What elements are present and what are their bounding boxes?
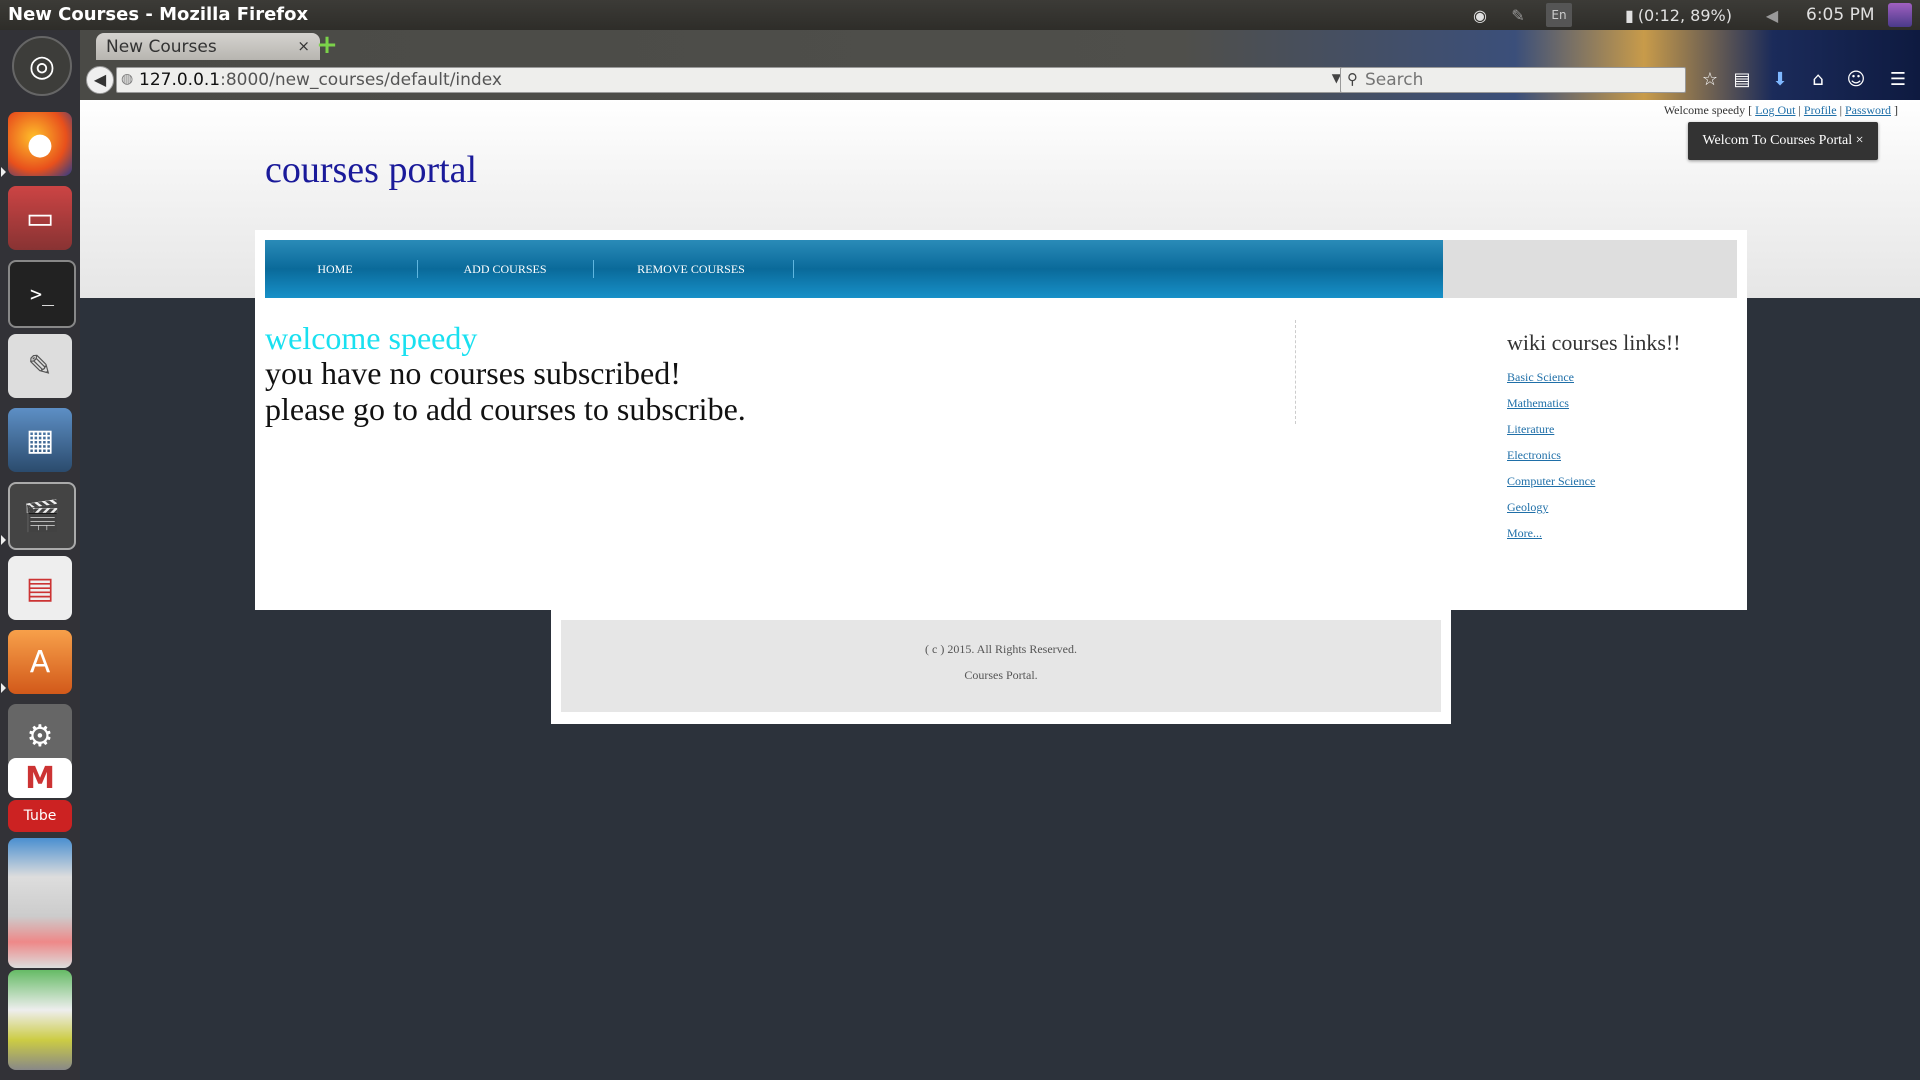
battery-icon: ▮ — [1625, 5, 1634, 25]
files-icon[interactable]: ▭ — [8, 186, 72, 250]
keyboard-layout-indicator[interactable]: En — [1546, 3, 1572, 27]
system-top-panel: New Courses - Mozilla Firefox ◉ ✎ En ▮ (… — [0, 0, 1920, 30]
wiki-link-mathematics[interactable]: Mathematics — [1507, 396, 1569, 410]
image-viewer-icon[interactable]: ▦ — [8, 408, 72, 472]
downloads-icon[interactable]: ⬇ — [1768, 68, 1792, 92]
wiki-links-list: Basic Science Mathematics Literature Ele… — [1507, 370, 1595, 552]
nav-separator — [593, 260, 594, 278]
list-item: Computer Science — [1507, 474, 1595, 500]
logout-link[interactable]: Log Out — [1755, 103, 1795, 117]
list-item: Basic Science — [1507, 370, 1595, 396]
site-title[interactable]: courses portal — [265, 148, 477, 192]
url-text[interactable]: 127.0.0.1:8000/new_courses/default/index — [139, 70, 502, 90]
new-tab-button[interactable]: + — [313, 32, 341, 58]
url-path: :8000/new_courses/default/index — [220, 70, 502, 90]
video-editor-icon[interactable]: 🎬 — [8, 482, 76, 550]
clock[interactable]: 6:05 PM — [1806, 3, 1875, 27]
list-item: More... — [1507, 526, 1595, 552]
battery-indicator[interactable]: ▮ (0:12, 89%) — [1625, 3, 1732, 27]
nav-separator — [793, 260, 794, 278]
wiki-link-more[interactable]: More... — [1507, 526, 1542, 540]
nav-remove-courses[interactable]: REMOVE COURSES — [611, 240, 771, 298]
tab-close-icon[interactable]: × — [297, 37, 310, 55]
password-link[interactable]: Password — [1845, 103, 1891, 117]
volume-icon[interactable]: ◀ — [1762, 3, 1782, 27]
social-icon[interactable]: ☺ — [1844, 68, 1868, 92]
firefox-icon[interactable]: ● — [8, 112, 72, 176]
auth-welcome: Welcome speedy [ — [1663, 103, 1756, 117]
auth-suffix: ] — [1891, 103, 1898, 117]
terminal-icon[interactable]: >_ — [8, 260, 76, 328]
nav-add-courses[interactable]: ADD COURSES — [435, 240, 575, 298]
list-item: Mathematics — [1507, 396, 1595, 422]
nav-side-panel — [1443, 240, 1737, 298]
wiki-link-basic-science[interactable]: Basic Science — [1507, 370, 1574, 384]
app-misc-icon[interactable] — [8, 970, 72, 1070]
launcher: ◎ ● ▭ >_ ✎ ▦ 🎬 ▤ A ⚙ M Tube — [0, 30, 81, 1080]
back-button[interactable]: ◀ — [86, 66, 114, 94]
profile-link[interactable]: Profile — [1804, 103, 1837, 117]
wiki-link-electronics[interactable]: Electronics — [1507, 448, 1561, 462]
bookmark-star-icon[interactable]: ☆ — [1698, 68, 1722, 92]
gmail-icon[interactable]: M — [8, 758, 72, 798]
subscribe-hint: please go to add courses to subscribe. — [265, 391, 746, 427]
main-nav: HOME ADD COURSES REMOVE COURSES — [265, 240, 1443, 298]
nav-home[interactable]: HOME — [295, 240, 375, 298]
footer-inner: ( c ) 2015. All Rights Reserved. Courses… — [561, 620, 1441, 712]
network-icon[interactable]: ✎ — [1507, 3, 1529, 27]
impress-icon[interactable]: ▤ — [8, 556, 72, 620]
search-bar[interactable]: ⚲ — [1340, 67, 1686, 93]
software-center-icon[interactable]: A — [8, 630, 72, 694]
auth-navbar: Welcome speedy [ Log Out | Profile | Pas… — [1664, 103, 1898, 118]
wiki-link-geology[interactable]: Geology — [1507, 500, 1548, 514]
text-editor-icon[interactable]: ✎ — [8, 334, 72, 398]
list-item: Geology — [1507, 500, 1595, 526]
page-viewport: Welcome speedy [ Log Out | Profile | Pas… — [80, 100, 1920, 1080]
window-title: New Courses - Mozilla Firefox — [8, 4, 309, 25]
browser-toolbar: New Courses × + ◀ ◍ 127.0.0.1:8000/new_c… — [80, 30, 1920, 100]
site-identity-icon[interactable]: ◍ — [121, 71, 133, 87]
wiki-link-literature[interactable]: Literature — [1507, 422, 1554, 436]
column-divider — [1295, 320, 1296, 424]
youtube-icon[interactable]: Tube — [8, 800, 72, 832]
footer: ( c ) 2015. All Rights Reserved. Courses… — [551, 610, 1451, 724]
copyright-text: ( c ) 2015. All Rights Reserved. — [925, 642, 1077, 656]
nav-separator — [417, 260, 418, 278]
url-host: 127.0.0.1 — [139, 70, 221, 90]
battery-text: (0:12, 89%) — [1637, 5, 1732, 25]
auth-sep: | — [1795, 103, 1804, 117]
content-card: HOME ADD COURSES REMOVE COURSES welcome … — [255, 230, 1747, 610]
wiki-links-heading: wiki courses links!! — [1507, 330, 1681, 355]
address-bar[interactable]: ◍ 127.0.0.1:8000/new_courses/default/ind… — [116, 67, 1368, 93]
tab-title: New Courses — [106, 37, 217, 57]
session-menu-icon[interactable] — [1888, 3, 1912, 27]
ubuntu-dash-icon[interactable]: ◎ — [12, 36, 72, 96]
app-stack-icon[interactable] — [8, 838, 72, 968]
menu-icon[interactable]: ☰ — [1886, 68, 1910, 92]
list-item: Literature — [1507, 422, 1595, 448]
flash-message[interactable]: Welcom To Courses Portal × — [1688, 122, 1878, 160]
footer-site-name: Courses Portal. — [964, 668, 1038, 682]
search-input[interactable] — [1365, 69, 1665, 91]
search-icon: ⚲ — [1347, 70, 1358, 88]
bookmarks-menu-icon[interactable]: ▤ — [1730, 68, 1754, 92]
list-item: Electronics — [1507, 448, 1595, 474]
no-courses-message: you have no courses subscribed! — [265, 355, 681, 391]
tab-new-courses[interactable]: New Courses × — [96, 33, 320, 60]
home-icon[interactable]: ⌂ — [1806, 68, 1830, 92]
wiki-link-computer-science[interactable]: Computer Science — [1507, 474, 1595, 488]
welcome-heading: welcome speedy — [265, 320, 478, 356]
auth-sep: | — [1836, 103, 1845, 117]
dropbox-icon[interactable]: ◉ — [1469, 3, 1491, 27]
